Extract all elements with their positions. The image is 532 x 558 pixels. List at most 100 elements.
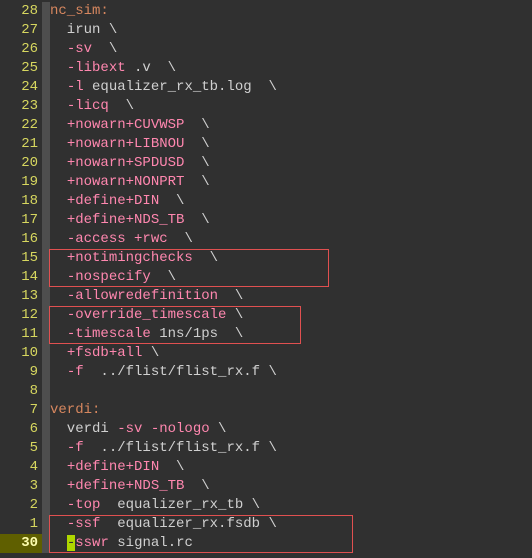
code-content[interactable]: -override_timescale \ (50, 306, 243, 325)
code-token: \ (201, 155, 209, 171)
column-marker (42, 230, 50, 249)
code-line[interactable]: 22 +nowarn+CUVWSP \ (0, 116, 532, 135)
code-content[interactable]: -nospecify \ (50, 268, 176, 287)
code-line[interactable]: 14 -nospecify \ (0, 268, 532, 287)
code-token: \ (201, 117, 209, 133)
code-content[interactable]: irun \ (50, 21, 117, 40)
code-token: verdi (50, 421, 117, 437)
code-line[interactable]: 26 -sv \ (0, 40, 532, 59)
code-content[interactable]: verdi -sv -nologo \ (50, 420, 226, 439)
code-line[interactable]: 16 -access +rwc \ (0, 230, 532, 249)
code-content[interactable]: +nowarn+NONPRT \ (50, 173, 210, 192)
code-token: \ (184, 231, 192, 247)
code-content[interactable]: -libext .v \ (50, 59, 176, 78)
code-content[interactable]: -licq \ (50, 97, 134, 116)
column-marker (42, 78, 50, 97)
code-content[interactable]: +define+NDS_TB \ (50, 211, 210, 230)
code-line[interactable]: 8 (0, 382, 532, 401)
column-marker (42, 192, 50, 211)
code-token: -override_timescale (67, 307, 227, 323)
code-token: \ (252, 497, 260, 513)
code-content[interactable]: +nowarn+CUVWSP \ (50, 116, 210, 135)
code-token: +define+DIN (67, 193, 159, 209)
code-content[interactable]: -l equalizer_rx_tb.log \ (50, 78, 277, 97)
code-token: \ (109, 22, 117, 38)
code-token: ../flist/flist_rx.f (84, 364, 269, 380)
line-number: 18 (0, 192, 42, 211)
line-number: 11 (0, 325, 42, 344)
code-token (50, 117, 67, 133)
code-token: \ (235, 307, 243, 323)
code-line[interactable]: 4 +define+DIN \ (0, 458, 532, 477)
column-marker (42, 2, 50, 21)
code-token: \ (268, 364, 276, 380)
code-token (50, 288, 67, 304)
code-line[interactable]: 30 -sswr signal.rc (0, 534, 532, 553)
code-line[interactable]: 13 -allowredefinition \ (0, 287, 532, 306)
code-line[interactable]: 11 -timescale 1ns/1ps \ (0, 325, 532, 344)
code-token (50, 459, 67, 475)
code-content[interactable]: +define+DIN \ (50, 458, 184, 477)
code-line[interactable]: 18 +define+DIN \ (0, 192, 532, 211)
code-content[interactable]: -timescale 1ns/1ps \ (50, 325, 243, 344)
code-content[interactable]: -ssf equalizer_rx.fsdb \ (50, 515, 277, 534)
code-token: +notimingchecks (67, 250, 193, 266)
code-line[interactable]: 17 +define+NDS_TB \ (0, 211, 532, 230)
code-token: +define+NDS_TB (67, 478, 185, 494)
code-line[interactable]: 28nc_sim: (0, 2, 532, 21)
column-marker (42, 154, 50, 173)
code-line[interactable]: 27 irun \ (0, 21, 532, 40)
code-token: -top (67, 497, 101, 513)
code-token (50, 516, 67, 532)
line-number: 30 (0, 534, 42, 553)
line-number: 26 (0, 40, 42, 59)
code-token (218, 288, 235, 304)
code-token: .v (126, 60, 168, 76)
code-content[interactable]: -access +rwc \ (50, 230, 193, 249)
code-content[interactable]: -top equalizer_rx_tb \ (50, 496, 260, 515)
code-line[interactable]: 3 +define+NDS_TB \ (0, 477, 532, 496)
code-token: \ (218, 421, 226, 437)
code-line[interactable]: 19 +nowarn+NONPRT \ (0, 173, 532, 192)
code-line[interactable]: 24 -l equalizer_rx_tb.log \ (0, 78, 532, 97)
code-line[interactable]: 2 -top equalizer_rx_tb \ (0, 496, 532, 515)
code-line[interactable]: 21 +nowarn+LIBNOU \ (0, 135, 532, 154)
code-content[interactable]: -f ../flist/flist_rx.f \ (50, 363, 277, 382)
code-line[interactable]: 25 -libext .v \ (0, 59, 532, 78)
code-content[interactable]: +define+NDS_TB \ (50, 477, 210, 496)
code-line[interactable]: 1 -ssf equalizer_rx.fsdb \ (0, 515, 532, 534)
code-content[interactable]: -sv \ (50, 40, 117, 59)
code-line[interactable]: 5 -f ../flist/flist_rx.f \ (0, 439, 532, 458)
code-line[interactable]: 9 -f ../flist/flist_rx.f \ (0, 363, 532, 382)
code-content[interactable]: +define+DIN \ (50, 192, 184, 211)
code-token (50, 41, 67, 57)
code-line[interactable]: 10 +fsdb+all \ (0, 344, 532, 363)
code-token: \ (151, 345, 159, 361)
code-content[interactable]: -allowredefinition \ (50, 287, 243, 306)
code-token: -licq (67, 98, 109, 114)
code-token (50, 364, 67, 380)
code-content[interactable]: +nowarn+LIBNOU \ (50, 135, 210, 154)
code-line[interactable]: 15 +notimingchecks \ (0, 249, 532, 268)
code-line[interactable]: 20 +nowarn+SPDUSD \ (0, 154, 532, 173)
code-content[interactable]: +notimingchecks \ (50, 249, 218, 268)
line-number: 23 (0, 97, 42, 116)
code-content[interactable]: -f ../flist/flist_rx.f \ (50, 439, 277, 458)
code-content[interactable]: -sswr signal.rc (50, 534, 193, 553)
code-line[interactable]: 6 verdi -sv -nologo \ (0, 420, 532, 439)
code-token: \ (176, 193, 184, 209)
code-token: verdi: (50, 402, 100, 418)
code-content[interactable]: verdi: (50, 401, 100, 420)
column-marker (42, 439, 50, 458)
code-content[interactable]: nc_sim: (50, 2, 109, 21)
code-line[interactable]: 7verdi: (0, 401, 532, 420)
code-token: \ (235, 326, 243, 342)
code-content[interactable]: +nowarn+SPDUSD \ (50, 154, 210, 173)
line-number: 17 (0, 211, 42, 230)
code-content[interactable]: +fsdb+all \ (50, 344, 159, 363)
code-token: \ (268, 79, 276, 95)
code-editor[interactable]: 28nc_sim:27 irun \26 -sv \25 -libext .v … (0, 0, 532, 553)
code-line[interactable]: 12 -override_timescale \ (0, 306, 532, 325)
line-number: 22 (0, 116, 42, 135)
code-line[interactable]: 23 -licq \ (0, 97, 532, 116)
